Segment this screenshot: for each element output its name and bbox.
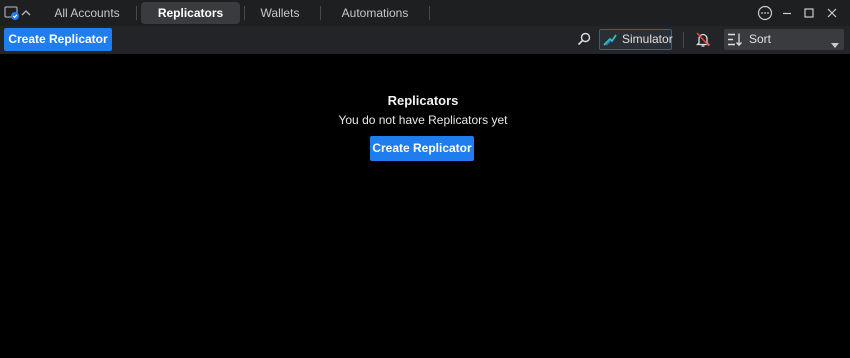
chevron-down-icon: [831, 37, 839, 48]
chevron-up-icon[interactable]: [21, 6, 31, 20]
sort-dropdown[interactable]: Sort: [724, 29, 844, 50]
close-icon[interactable]: [823, 4, 841, 22]
toolbar: Create Replicator Simulator Sort: [0, 26, 850, 54]
bell-muted-icon[interactable]: [695, 31, 711, 48]
more-icon[interactable]: [756, 4, 774, 22]
maximize-icon[interactable]: [800, 4, 818, 22]
app-icon[interactable]: [4, 5, 20, 21]
simulator-label: Simulator: [622, 32, 673, 46]
tab-automations[interactable]: Automations: [330, 2, 420, 24]
minimize-icon[interactable]: [778, 4, 796, 22]
tab-divider: [429, 6, 430, 20]
create-replicator-button[interactable]: Create Replicator: [4, 28, 112, 51]
tab-wallets[interactable]: Wallets: [249, 2, 311, 24]
empty-state-create-button[interactable]: Create Replicator: [370, 136, 474, 161]
toolbar-divider: [683, 32, 684, 48]
tab-divider: [244, 6, 245, 20]
empty-state-message: You do not have Replicators yet: [338, 113, 508, 127]
tab-divider: [320, 6, 321, 20]
simulator-button[interactable]: Simulator: [599, 29, 673, 50]
tab-replicators[interactable]: Replicators: [141, 2, 240, 24]
sort-label: Sort: [749, 32, 772, 46]
title-bar: All Accounts Replicators Wallets Automat…: [0, 0, 850, 26]
tab-all-accounts[interactable]: All Accounts: [42, 2, 132, 24]
search-icon[interactable]: [576, 31, 592, 47]
tab-divider: [136, 6, 137, 20]
empty-state-title: Replicators: [387, 93, 459, 108]
simulator-icon: [603, 33, 617, 47]
sort-icon: [727, 32, 743, 47]
